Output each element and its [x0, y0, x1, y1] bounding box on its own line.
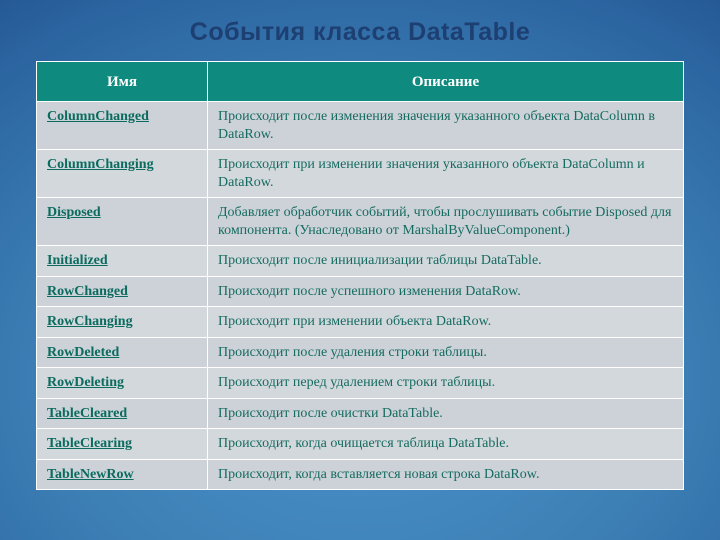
table-row: Initialized Происходит после инициализац…: [37, 246, 684, 277]
table-row: RowDeleting Происходит перед удалением с…: [37, 368, 684, 399]
event-link[interactable]: TableCleared: [47, 406, 127, 421]
table-row: ColumnChanged Происходит после изменения…: [37, 102, 684, 150]
event-desc: Происходит при изменении объекта DataRow…: [208, 307, 684, 338]
event-link[interactable]: TableClearing: [47, 436, 132, 451]
event-desc: Происходит, когда очищается таблица Data…: [208, 429, 684, 460]
event-link[interactable]: RowDeleting: [47, 375, 124, 390]
header-desc: Описание: [208, 62, 684, 102]
slide: События класса DataTable Имя Описание Co…: [0, 0, 720, 540]
event-desc: Происходит после успешного изменения Dat…: [208, 276, 684, 307]
event-link[interactable]: RowDeleted: [47, 345, 119, 360]
event-desc: Добавляет обработчик событий, чтобы прос…: [208, 198, 684, 246]
events-table: Имя Описание ColumnChanged Происходит по…: [36, 61, 684, 490]
event-link[interactable]: Disposed: [47, 205, 101, 220]
table-row: RowChanging Происходит при изменении объ…: [37, 307, 684, 338]
table-row: Disposed Добавляет обработчик событий, ч…: [37, 198, 684, 246]
table-row: TableNewRow Происходит, когда вставляетс…: [37, 459, 684, 490]
table-row: TableClearing Происходит, когда очищаетс…: [37, 429, 684, 460]
table-row: TableCleared Происходит после очистки Da…: [37, 398, 684, 429]
event-desc: Происходит перед удалением строки таблиц…: [208, 368, 684, 399]
event-link[interactable]: ColumnChanging: [47, 157, 154, 172]
event-link[interactable]: RowChanging: [47, 314, 133, 329]
event-desc: Происходит при изменении значения указан…: [208, 150, 684, 198]
table-row: RowChanged Происходит после успешного из…: [37, 276, 684, 307]
table-row: RowDeleted Происходит после удаления стр…: [37, 337, 684, 368]
event-desc: Происходит после инициализации таблицы D…: [208, 246, 684, 277]
event-link[interactable]: RowChanged: [47, 284, 128, 299]
event-link[interactable]: Initialized: [47, 253, 108, 268]
event-desc: Происходит после очистки DataTable.: [208, 398, 684, 429]
event-link[interactable]: ColumnChanged: [47, 109, 149, 124]
event-desc: Происходит после изменения значения указ…: [208, 102, 684, 150]
table-row: ColumnChanging Происходит при изменении …: [37, 150, 684, 198]
table-header-row: Имя Описание: [37, 62, 684, 102]
header-name: Имя: [37, 62, 208, 102]
event-link[interactable]: TableNewRow: [47, 467, 134, 482]
event-desc: Происходит, когда вставляется новая стро…: [208, 459, 684, 490]
page-title: События класса DataTable: [36, 18, 684, 47]
event-desc: Происходит после удаления строки таблицы…: [208, 337, 684, 368]
